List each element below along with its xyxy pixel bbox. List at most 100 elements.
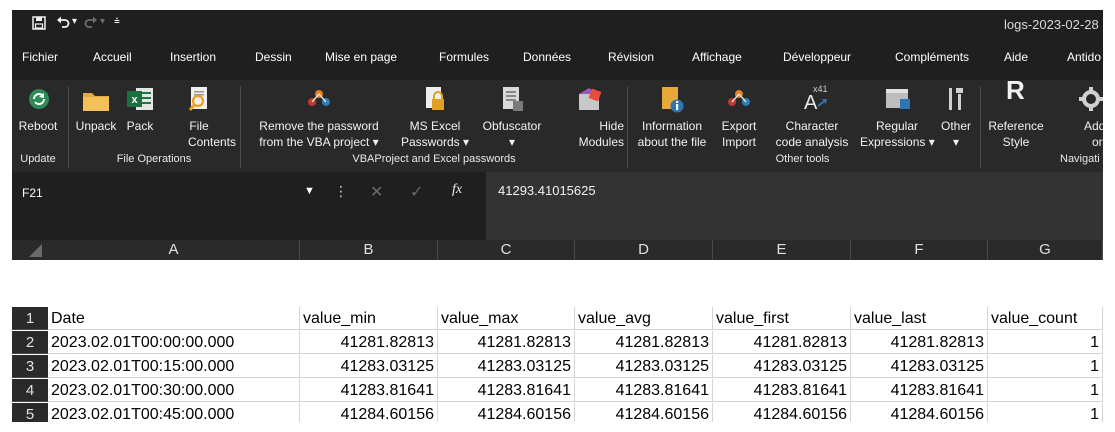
- table-cell[interactable]: 1: [988, 379, 1103, 402]
- tab-revision[interactable]: Révision: [608, 50, 654, 64]
- title-bar: ▾ ▾ ⩮ logs-2023-02-28: [12, 10, 1103, 40]
- table-cell[interactable]: value_avg: [575, 307, 713, 330]
- ms-excel-passwords-button[interactable]: MS Excel Passwords ▾: [398, 80, 472, 150]
- cancel-icon: ✕: [370, 184, 384, 201]
- refresh-icon: [29, 89, 49, 109]
- column-header[interactable]: F: [851, 240, 988, 260]
- table-cell[interactable]: value_first: [713, 307, 851, 330]
- character-code-analysis-button[interactable]: x41 A Character code analysis: [764, 80, 860, 150]
- column-header[interactable]: D: [575, 240, 713, 260]
- reference-style-button[interactable]: R Reference Style: [984, 75, 1048, 150]
- excel-window: ▾ ▾ ⩮ logs-2023-02-28 Fichier Accueil In…: [12, 10, 1103, 422]
- table-cell[interactable]: value_max: [438, 307, 575, 330]
- pack-button[interactable]: x Pack: [122, 80, 158, 150]
- hide-modules-button[interactable]: Hide Modules: [554, 80, 624, 150]
- table-cell[interactable]: 41284.60156: [851, 403, 988, 422]
- more-options-icon[interactable]: ⋮: [334, 183, 348, 200]
- tab-developpeur[interactable]: Développeur: [783, 50, 851, 64]
- table-cell[interactable]: 41283.81641: [851, 379, 988, 402]
- remove-vba-password-button[interactable]: Remove the password from the VBA project…: [244, 80, 394, 150]
- add-on-button[interactable]: Add on: [1058, 80, 1103, 150]
- separator: [980, 86, 981, 168]
- ribbon-tabs: Fichier Accueil Insertion Dessin Mise en…: [12, 50, 1103, 76]
- row-header[interactable]: 5: [12, 403, 48, 422]
- table-cell[interactable]: 41281.82813: [300, 331, 438, 354]
- tab-complements[interactable]: Compléments: [895, 50, 969, 64]
- table-cell[interactable]: value_min: [300, 307, 438, 330]
- other-tools-button[interactable]: Other ▾: [936, 80, 976, 150]
- table-cell[interactable]: value_last: [851, 307, 988, 330]
- table-cell[interactable]: 41284.60156: [575, 403, 713, 422]
- table-cell[interactable]: 41283.03125: [851, 355, 988, 378]
- table-cell[interactable]: 41283.81641: [575, 379, 713, 402]
- reboot-button[interactable]: Reboot: [14, 80, 62, 150]
- table-cell[interactable]: 41281.82813: [713, 331, 851, 354]
- row-header[interactable]: 3: [12, 355, 48, 378]
- file-contents-button[interactable]: File Contents: [162, 80, 236, 150]
- table-cell[interactable]: 2023.02.01T00:30:00.000: [48, 379, 300, 402]
- table-cell[interactable]: 2023.02.01T00:15:00.000: [48, 355, 300, 378]
- name-box[interactable]: F21 ▼: [12, 180, 322, 208]
- name-box-dropdown-icon[interactable]: ▼: [304, 185, 315, 197]
- undo-dropdown-icon[interactable]: ▾: [72, 14, 77, 30]
- tab-formules[interactable]: Formules: [439, 50, 489, 64]
- tab-aide[interactable]: Aide: [1004, 50, 1028, 64]
- tab-accueil[interactable]: Accueil: [93, 50, 132, 64]
- svg-text:A: A: [804, 92, 818, 112]
- table-cell[interactable]: 41283.81641: [300, 379, 438, 402]
- tab-insertion[interactable]: Insertion: [170, 50, 216, 64]
- information-button[interactable]: Information about the file: [629, 80, 715, 150]
- column-header[interactable]: A: [48, 240, 300, 260]
- select-all-corner[interactable]: [12, 240, 48, 260]
- table-cell[interactable]: 41284.60156: [713, 403, 851, 422]
- table-cell[interactable]: 41283.03125: [575, 355, 713, 378]
- table-cell[interactable]: 41281.82813: [851, 331, 988, 354]
- tab-affichage[interactable]: Affichage: [692, 50, 742, 64]
- save-icon[interactable]: [32, 16, 46, 34]
- tab-antidote[interactable]: Antido: [1067, 50, 1101, 64]
- folder-icon: [83, 93, 109, 111]
- obfuscator-button[interactable]: Obfuscator ▾: [474, 80, 550, 150]
- group-update-label: Update: [20, 153, 56, 165]
- formula-input[interactable]: 41293.41015625: [486, 172, 1103, 240]
- insert-function-icon[interactable]: fx: [452, 182, 462, 198]
- row-header[interactable]: 1: [12, 307, 48, 330]
- formula-bar: F21 ▼ ⋮ ✕ ✓ fx 41293.41015625: [12, 172, 1103, 240]
- table-cell[interactable]: 41283.81641: [438, 379, 575, 402]
- column-header[interactable]: E: [713, 240, 851, 260]
- table-cell[interactable]: 1: [988, 331, 1103, 354]
- table-cell[interactable]: 41283.03125: [713, 355, 851, 378]
- reference-style-icon: R: [1006, 75, 1025, 105]
- table-cell[interactable]: 41283.03125: [438, 355, 575, 378]
- table-cell[interactable]: 2023.02.01T00:00:00.000: [48, 331, 300, 354]
- customize-quick-access-icon[interactable]: ⩮: [114, 14, 120, 30]
- table-cell[interactable]: value_count: [988, 307, 1103, 330]
- tab-mise-en-page[interactable]: Mise en page: [325, 50, 397, 64]
- ribbon: Reboot Update Unpack x Pack File Content…: [12, 75, 1103, 172]
- table-cell[interactable]: 41281.82813: [575, 331, 713, 354]
- table-cell[interactable]: 41284.60156: [438, 403, 575, 422]
- table-cell[interactable]: 2023.02.01T00:45:00.000: [48, 403, 300, 422]
- row-header[interactable]: 4: [12, 379, 48, 402]
- table-cell[interactable]: 41283.81641: [713, 379, 851, 402]
- table-cell[interactable]: 1: [988, 355, 1103, 378]
- column-header[interactable]: B: [300, 240, 438, 260]
- table-cell[interactable]: 41281.82813: [438, 331, 575, 354]
- character-analysis-icon: x41A: [804, 84, 828, 112]
- table-cell[interactable]: 41284.60156: [300, 403, 438, 422]
- column-header[interactable]: G: [988, 240, 1103, 260]
- regular-expressions-button[interactable]: Regular Expressions ▾: [860, 80, 935, 150]
- table-cell[interactable]: 1: [988, 403, 1103, 422]
- unpack-button[interactable]: Unpack: [72, 80, 120, 150]
- table-cell[interactable]: Date: [48, 307, 300, 330]
- tab-donnees[interactable]: Données: [523, 50, 571, 64]
- column-header[interactable]: C: [438, 240, 575, 260]
- undo-icon[interactable]: [56, 15, 70, 33]
- export-import-button[interactable]: Export Import: [716, 80, 762, 150]
- spreadsheet-grid[interactable]: A B C D E F G 1 Date value_min value_max…: [12, 240, 1103, 422]
- table-cell[interactable]: 41283.03125: [300, 355, 438, 378]
- row-header[interactable]: 2: [12, 331, 48, 354]
- obfuscate-file-icon: [503, 87, 523, 111]
- tab-fichier[interactable]: Fichier: [22, 50, 58, 64]
- tab-dessin[interactable]: Dessin: [255, 50, 292, 64]
